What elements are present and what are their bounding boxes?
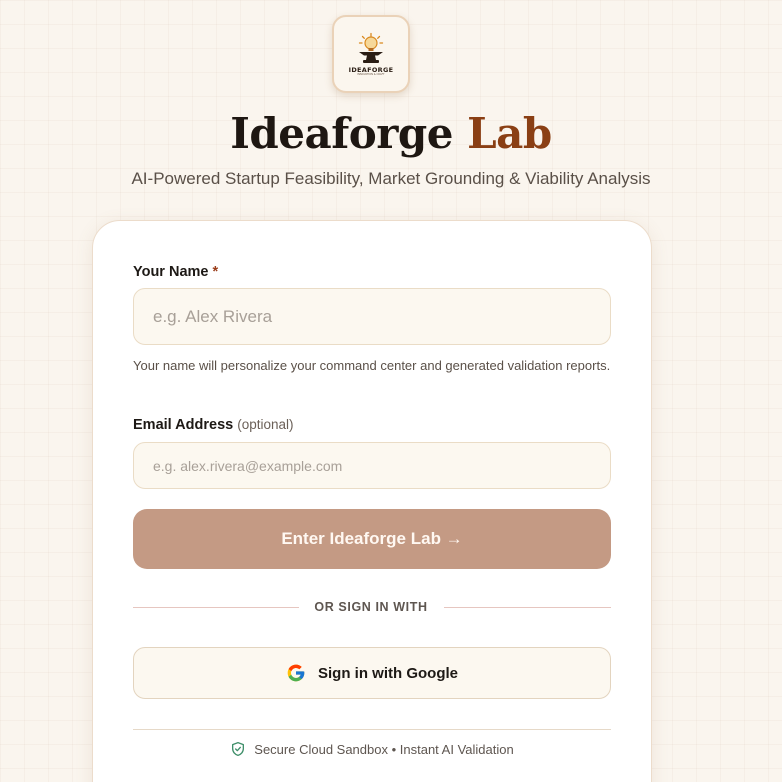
- footer-text: Secure Cloud Sandbox • Instant AI Valida…: [254, 741, 514, 757]
- divider-line-right: [444, 607, 611, 608]
- title-accent: Lab: [467, 109, 552, 158]
- google-icon: [287, 664, 305, 682]
- page-subtitle: AI-Powered Startup Feasibility, Market G…: [131, 169, 651, 188]
- email-label-text: Email Address: [133, 417, 234, 433]
- google-signin-button[interactable]: Sign in with Google: [133, 647, 611, 699]
- logo-tagline: INNOVATION & CRAFT: [357, 73, 385, 76]
- title-main: Ideaforge: [230, 109, 453, 158]
- name-input[interactable]: [133, 288, 611, 345]
- divider-line-left: [133, 607, 299, 608]
- name-label: Your Name *: [133, 263, 218, 281]
- app-logo: IDEAFORGE INNOVATION & CRAFT: [332, 15, 410, 93]
- anvil-lightbulb-icon: [358, 32, 384, 63]
- name-helper-text: Your name will personalize your command …: [133, 358, 611, 373]
- email-label: Email Address (optional): [133, 416, 294, 434]
- footer-note: Secure Cloud Sandbox • Instant AI Valida…: [133, 741, 611, 757]
- required-mark: *: [212, 264, 219, 280]
- page-title: Ideaforge Lab: [0, 106, 782, 162]
- enter-lab-button[interactable]: Enter Ideaforge Lab →: [133, 509, 611, 569]
- optional-hint: (optional): [237, 417, 294, 432]
- email-input[interactable]: [133, 442, 611, 489]
- footer-divider: [133, 729, 611, 730]
- shield-check-icon: [232, 742, 245, 756]
- divider-text: OR SIGN IN WITH: [314, 600, 428, 614]
- name-label-text: Your Name: [133, 264, 209, 280]
- google-button-label: Sign in with Google: [318, 664, 458, 682]
